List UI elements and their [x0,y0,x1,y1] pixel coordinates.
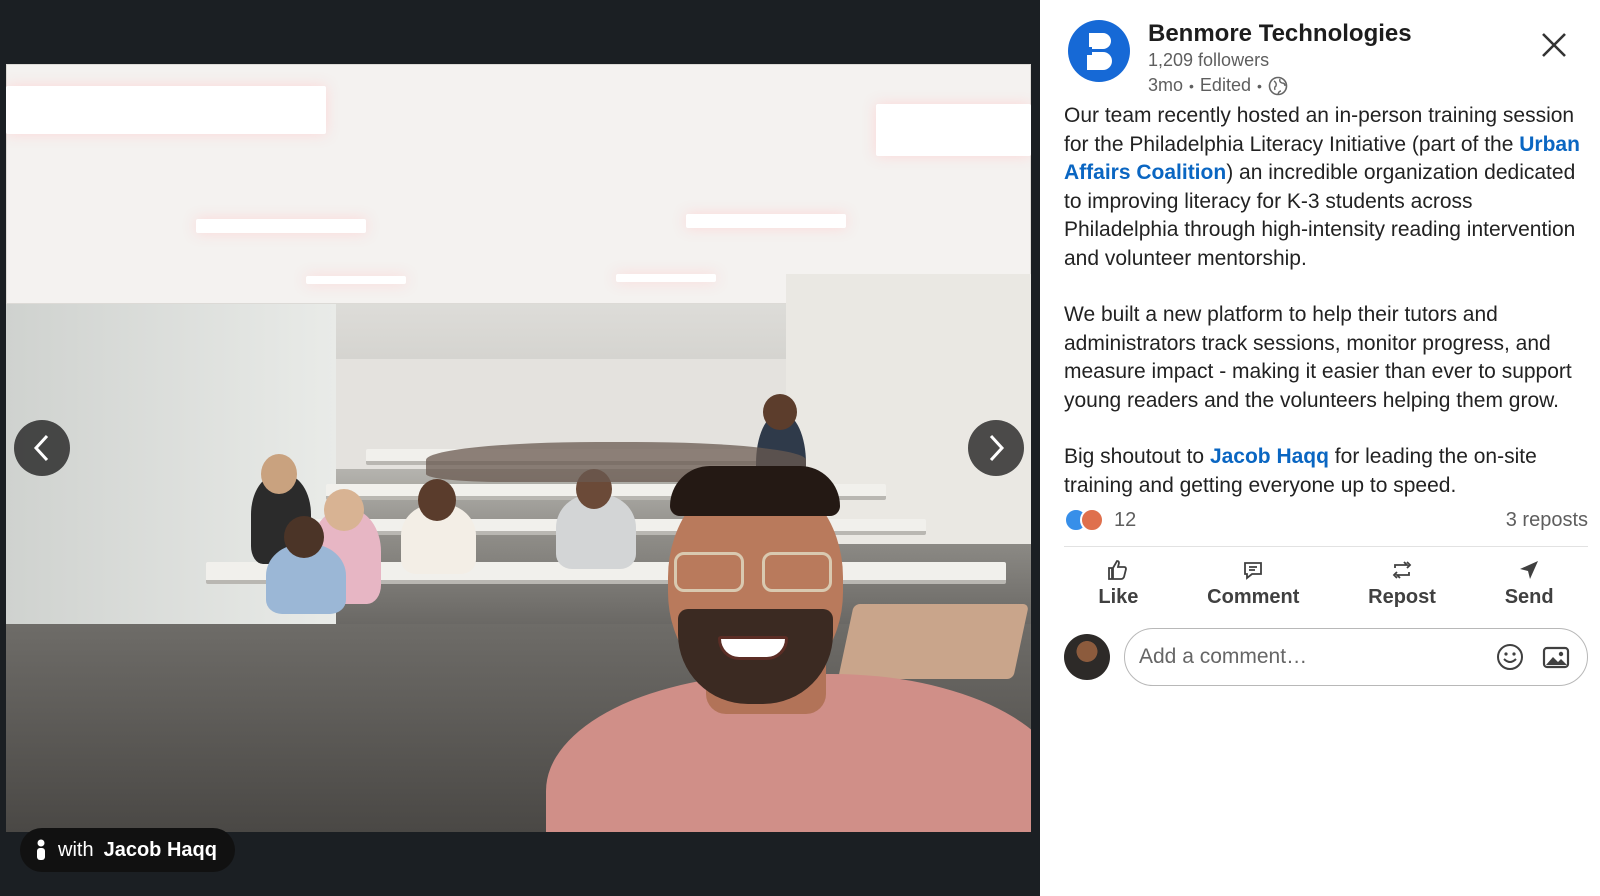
love-reaction-icon [1080,508,1104,532]
text: Big shoutout to [1064,445,1210,468]
post-text: Our team recently hosted an in-person tr… [1064,102,1584,528]
send-button[interactable]: Send [1491,552,1568,615]
follower-count: 1,209 followers [1148,50,1270,70]
ceiling-light [306,276,406,284]
close-icon [1542,32,1566,57]
send-icon [1520,561,1539,579]
post-author: Benmore Technologies 1,209 followers 3mo… [1068,20,1412,96]
repost-button[interactable]: Repost [1354,552,1450,615]
ceiling-light [196,219,366,233]
comment-input[interactable] [1139,645,1481,669]
benmore-logo-icon [1083,33,1112,70]
attendee-head [763,394,797,430]
repost-count[interactable]: 3 reposts [1506,509,1588,532]
post-meta: 3mo • Edited • [1148,75,1412,96]
like-label: Like [1098,586,1139,608]
media-viewer: with Jacob Haqq [0,0,1040,896]
ceiling-light [876,104,1031,156]
comment-label: Comment [1207,586,1300,608]
send-label: Send [1504,586,1554,608]
post-photo [6,64,1031,832]
reaction-count: 12 [1114,508,1137,531]
comment-composer [1064,628,1588,686]
person-icon [37,839,45,860]
photo-button[interactable] [1539,640,1573,674]
tag-prefix: with [58,838,94,861]
tag-name: Jacob Haqq [103,838,217,861]
edited-label: Edited [1199,75,1251,95]
image-icon [1542,646,1570,669]
post-stats: 12 3 reposts [1064,508,1588,532]
next-image-button[interactable] [968,420,1024,476]
close-button[interactable] [1536,28,1572,64]
attendee-head [284,516,324,558]
attendee-head [261,454,297,494]
ceiling-light [6,86,326,134]
reactions-summary[interactable]: 12 [1064,508,1136,532]
action-bar: Like Comment Repost Send [1064,552,1588,615]
emoji-icon [1497,644,1523,670]
laptop [838,604,1029,679]
mention-link-jacob-haqq[interactable]: Jacob Haqq [1210,445,1329,468]
presenter-glasses [674,552,834,594]
comment-box [1124,628,1588,686]
thumbs-up-icon [1108,560,1128,580]
repost-label: Repost [1368,586,1436,608]
separator-dot: • [1256,77,1262,94]
text: Our team recently hosted an in-person tr… [1064,104,1575,156]
repost-icon [1392,561,1412,579]
reaction-icons [1064,508,1108,532]
user-avatar[interactable] [1064,634,1110,680]
post-paragraph-3: Big shoutout to Jacob Haqq for leading t… [1064,443,1584,500]
separator-dot: • [1189,77,1194,94]
presenter-hair [670,466,840,516]
attendee-head [324,489,364,531]
presenter-smile [718,636,788,660]
chevron-right-icon [989,434,1005,462]
tagged-person-pill[interactable]: with Jacob Haqq [20,828,235,872]
comment-button[interactable]: Comment [1193,552,1313,615]
comment-icon [1244,562,1263,580]
globe-icon [1268,76,1288,95]
chevron-left-icon [33,434,49,462]
post-paragraph-1: Our team recently hosted an in-person tr… [1064,102,1584,273]
post-time: 3mo [1148,75,1184,95]
author-name[interactable]: Benmore Technologies [1148,20,1412,48]
emoji-button[interactable] [1493,640,1527,674]
post-panel: Benmore Technologies 1,209 followers 3mo… [1040,0,1600,896]
attendee-head [418,479,456,521]
ceiling-light [686,214,846,228]
post-paragraph-2: We built a new platform to help their tu… [1064,303,1572,412]
previous-image-button[interactable] [14,420,70,476]
divider [1064,546,1588,547]
ceiling-light [616,274,716,282]
like-button[interactable]: Like [1084,552,1152,615]
company-logo[interactable] [1068,20,1130,82]
